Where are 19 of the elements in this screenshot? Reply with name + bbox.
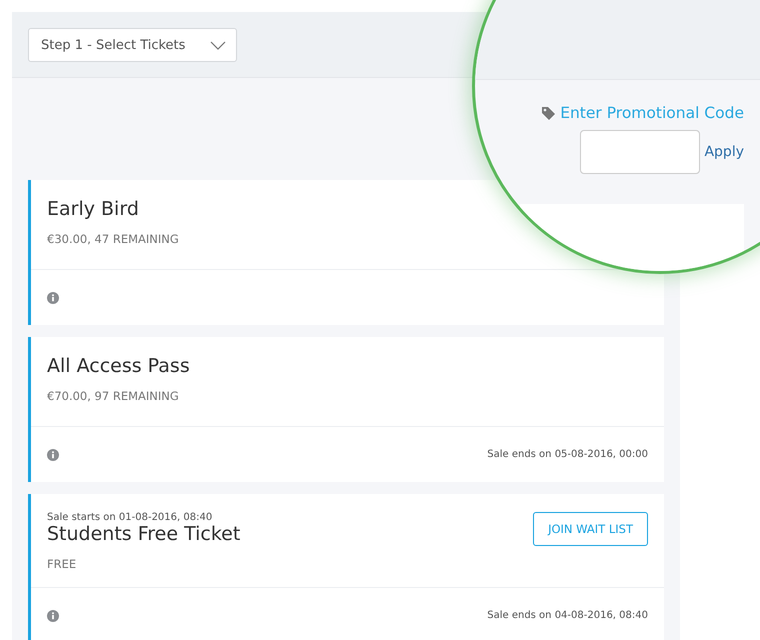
ticket-price: €30.00, 47 REMAINING xyxy=(47,232,179,246)
info-icon[interactable] xyxy=(47,448,59,460)
promo-code-link[interactable]: Enter Promotional Code xyxy=(541,104,744,122)
join-wait-list-button[interactable]: JOIN WAIT LIST xyxy=(533,512,648,546)
ticket-name: Students Free Ticket xyxy=(47,523,240,545)
sale-end-text: Sale ends on 04-08-2016, 08:40 xyxy=(487,610,648,621)
apply-link[interactable]: Apply xyxy=(704,144,744,160)
chevron-down-icon xyxy=(210,40,226,50)
info-icon[interactable] xyxy=(47,610,59,622)
promo-code-field[interactable] xyxy=(580,130,700,174)
ticket-name: All Access Pass xyxy=(47,355,190,377)
info-icon[interactable] xyxy=(47,292,59,304)
ticket-name: Early Bird xyxy=(47,198,140,220)
step-select[interactable]: Step 1 - Select Tickets xyxy=(28,28,237,62)
sale-start-text: Sale starts on 01-08-2016, 08:40 xyxy=(47,512,214,523)
sale-end-text: Sale ends on 05-08-2016, 00:00 xyxy=(487,449,648,460)
ticket-price: €70.00, 97 REMAINING xyxy=(47,389,180,403)
tag-icon xyxy=(541,106,556,120)
ticket-price: FREE xyxy=(47,557,78,571)
